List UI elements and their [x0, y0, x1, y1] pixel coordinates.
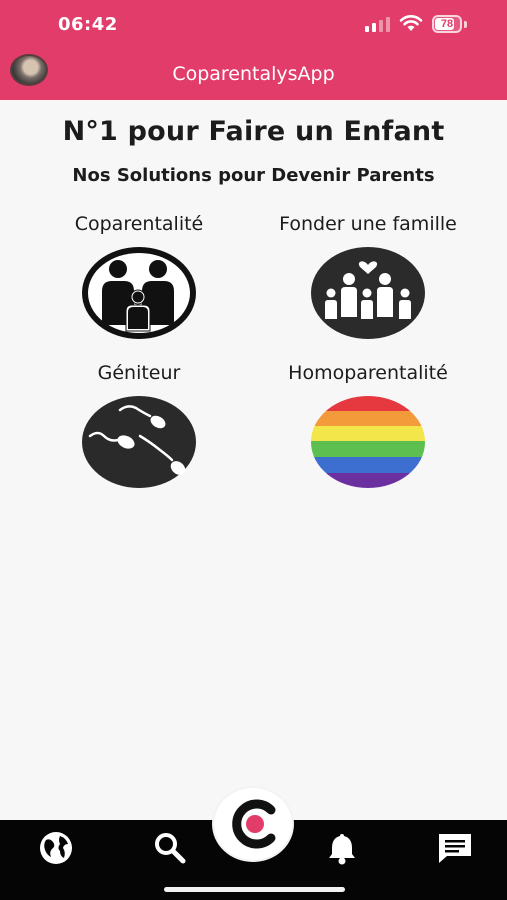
battery-percent: 78 [440, 18, 454, 30]
app-logo-button[interactable] [214, 788, 292, 860]
home-indicator [164, 887, 345, 892]
tile-fonder-une-famille[interactable]: Fonder une famille [253, 213, 483, 353]
app-logo-icon [232, 799, 276, 849]
tile-label: Coparentalité [74, 213, 204, 235]
battery-icon: 78 [432, 15, 462, 33]
battery-cap [464, 21, 467, 28]
status-time: 06:42 [58, 14, 118, 35]
nav-messages[interactable] [435, 830, 475, 866]
family-heart-icon [311, 247, 425, 339]
app-title: CoparentalysApp [172, 63, 335, 85]
nav-globe[interactable] [36, 830, 76, 866]
tile-coparentalite[interactable]: Coparentalité [24, 213, 254, 353]
rainbow-flag-icon [311, 396, 425, 488]
search-icon [155, 833, 186, 864]
globe-icon [40, 832, 72, 864]
family-icon [82, 247, 196, 339]
tile-label: Fonder une famille [279, 213, 457, 235]
page-title: N°1 pour Faire un Enfant [62, 116, 445, 147]
sperm-icon [82, 396, 196, 488]
app-header: 06:42 78 CoparentalysApp [0, 0, 507, 100]
chat-icon [439, 834, 471, 863]
signal-icon [365, 17, 390, 32]
bell-icon [329, 834, 355, 865]
wifi-icon [399, 15, 423, 31]
nav-notifications[interactable] [322, 830, 362, 866]
tile-label: Homoparentalité [288, 362, 448, 384]
app-screen: 06:42 78 CoparentalysApp N°1 pour Faire … [0, 0, 507, 900]
nav-search[interactable] [150, 830, 190, 866]
tile-homoparentalite[interactable]: Homoparentalité [253, 362, 483, 502]
tile-geniteur[interactable]: Géniteur [24, 362, 254, 502]
page-subtitle: Nos Solutions pour Devenir Parents [72, 165, 435, 186]
tile-label: Géniteur [97, 362, 181, 384]
